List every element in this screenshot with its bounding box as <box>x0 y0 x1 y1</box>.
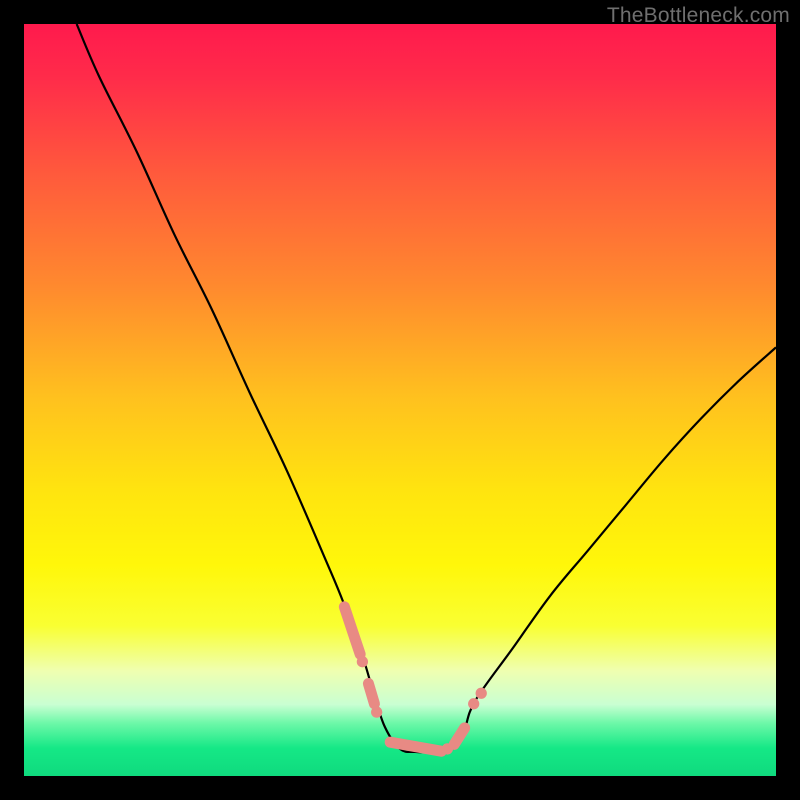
plot-area <box>24 24 776 776</box>
background-gradient <box>24 24 776 776</box>
outer-frame: TheBottleneck.com <box>0 0 800 800</box>
watermark-text: TheBottleneck.com <box>607 4 790 28</box>
